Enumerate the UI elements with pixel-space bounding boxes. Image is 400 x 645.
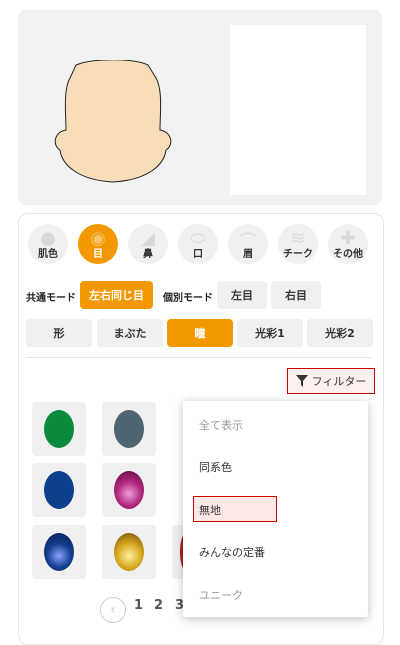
individual-mode-label: 個別モード — [163, 293, 213, 304]
prev-page-button[interactable]: ‹ — [100, 597, 126, 623]
both-eyes-button[interactable]: 左右同じ目 — [80, 281, 153, 309]
preview-pane — [230, 25, 366, 195]
tab-pupil[interactable]: 瞳 — [167, 319, 233, 347]
eye-swatch[interactable] — [32, 402, 86, 456]
common-mode-label: 共通モード — [26, 293, 76, 304]
eye-swatch[interactable] — [102, 525, 156, 579]
eye-swatch[interactable] — [32, 525, 86, 579]
divider — [26, 357, 372, 358]
filter-option-popular[interactable]: みんなの定番 — [199, 544, 265, 560]
eye-swatch[interactable] — [32, 463, 86, 517]
category-eye[interactable]: ◉ 目 — [78, 224, 118, 264]
eye-swatch[interactable] — [102, 402, 156, 456]
tab-iris1[interactable]: 光彩1 — [237, 319, 303, 347]
category-mouth[interactable]: ⬭ 口 — [178, 224, 218, 264]
category-eyebrow[interactable]: ⌒ 眉 — [228, 224, 268, 264]
filter-option-unique[interactable]: ユニーク — [199, 587, 243, 603]
filter-option-all[interactable]: 全て表示 — [199, 417, 243, 433]
tab-shape[interactable]: 形 — [26, 319, 92, 347]
category-nose[interactable]: ◢ 鼻 — [128, 224, 168, 264]
page-1[interactable]: 1 — [134, 598, 143, 613]
filter-icon — [295, 375, 308, 387]
category-other[interactable]: ✚ その他 — [328, 224, 368, 264]
filter-button[interactable]: フィルター — [287, 368, 375, 394]
tab-iris2[interactable]: 光彩2 — [307, 319, 373, 347]
filter-label: フィルター — [311, 375, 367, 388]
avatar-preview — [18, 10, 382, 205]
page-2[interactable]: 2 — [154, 598, 163, 613]
left-eye-button[interactable]: 左目 — [217, 281, 267, 309]
tab-eyelid[interactable]: まぶた — [97, 319, 163, 347]
face-outline — [54, 60, 172, 183]
category-cheek[interactable]: ≋ チーク — [278, 224, 318, 264]
filter-option-plain[interactable]: 無地 — [199, 502, 221, 518]
chevron-left-icon: ‹ — [110, 602, 116, 618]
filter-option-similar[interactable]: 同系色 — [199, 459, 232, 475]
category-skin[interactable]: ● 肌色 — [28, 224, 68, 264]
eye-swatch[interactable] — [102, 463, 156, 517]
right-eye-button[interactable]: 右目 — [271, 281, 321, 309]
